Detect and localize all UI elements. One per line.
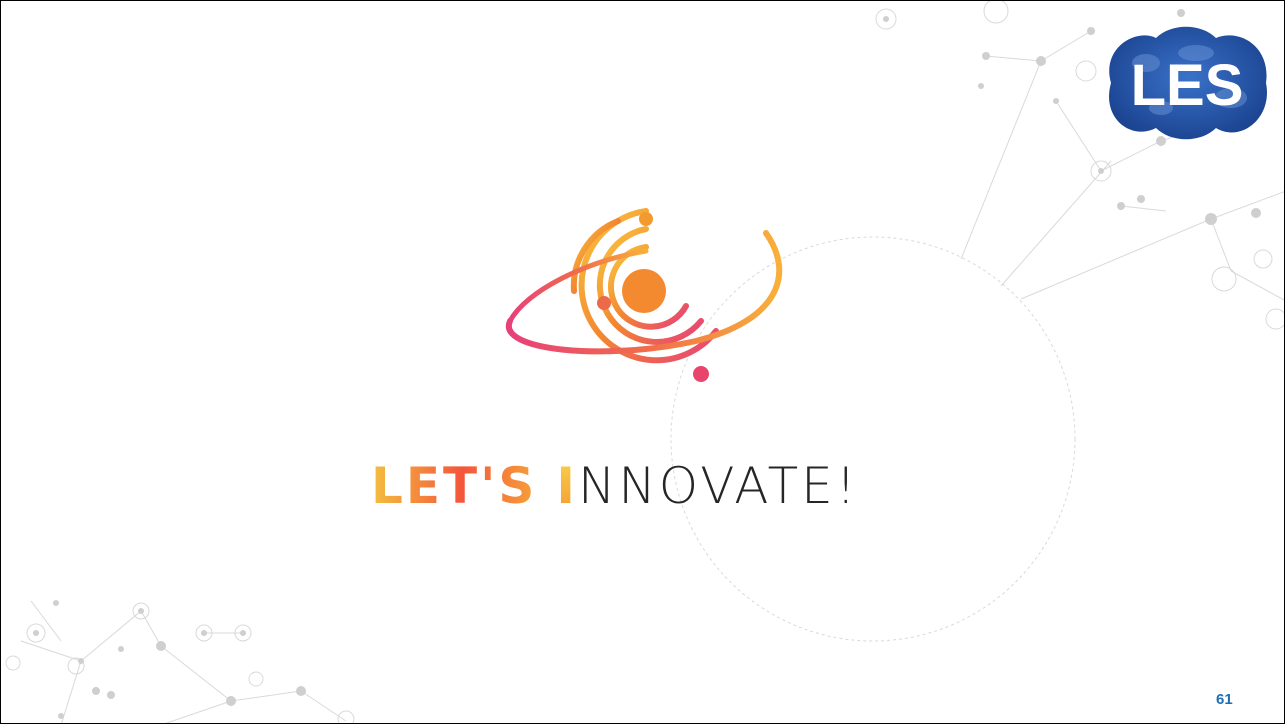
page-number: 61 bbox=[1216, 691, 1233, 708]
innovation-orbit-logo-icon bbox=[505, 188, 783, 382]
tagline-accent-letter: I bbox=[556, 457, 578, 515]
tagline: LET'S INNOVATE! bbox=[371, 451, 859, 521]
slide: LET'S INNOVATE! LES 61 bbox=[0, 0, 1285, 724]
les-globe-icon: LES bbox=[1109, 26, 1267, 140]
tagline-word-innovate: NNOVATE! bbox=[577, 457, 859, 515]
les-badge-text: LES bbox=[1131, 53, 1244, 118]
tagline-word-lets: LET'S bbox=[371, 457, 538, 515]
